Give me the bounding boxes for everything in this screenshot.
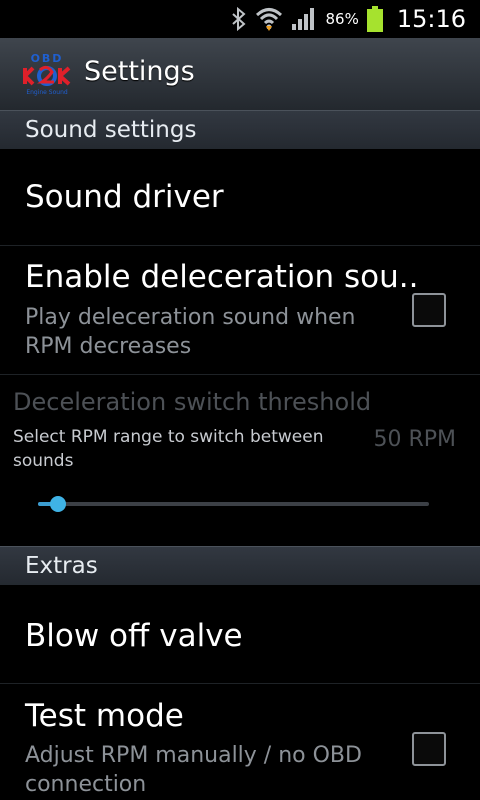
threshold-value: 50 RPM — [373, 427, 456, 452]
slider-thumb[interactable] — [49, 496, 66, 512]
clock: 15:16 — [396, 5, 466, 33]
wifi-icon — [255, 6, 283, 32]
category-label: Sound settings — [25, 117, 197, 143]
battery-icon — [366, 6, 383, 32]
pref-title: Sound driver — [25, 179, 224, 215]
pref-summary: Play deleceration sound when RPM decreas… — [25, 305, 356, 359]
category-sound-settings: Sound settings — [0, 110, 480, 149]
category-extras: Extras — [0, 546, 480, 585]
app-logo[interactable]: OBD Engine Sound — [20, 52, 74, 96]
svg-text:Engine Sound: Engine Sound — [26, 89, 68, 96]
pref-title: Deceleration switch threshold — [13, 388, 372, 416]
svg-text:OBD: OBD — [31, 52, 64, 65]
battery-percent: 86% — [325, 10, 359, 28]
pref-summary: Adjust RPM manually / no OBD connection — [25, 743, 362, 797]
pref-sound-driver[interactable]: Sound driver — [0, 149, 480, 246]
pref-test-mode[interactable]: Test mode Adjust RPM manually / no OBD c… — [0, 684, 480, 800]
pref-blow-off-valve[interactable]: Blow off valve — [0, 585, 480, 684]
signal-icon — [291, 7, 317, 31]
bluetooth-icon — [231, 7, 247, 31]
page-title: Settings — [84, 56, 195, 87]
action-bar: OBD Engine Sound Settings — [0, 38, 480, 111]
enable-deceleration-checkbox[interactable] — [412, 293, 446, 327]
pref-title: Enable deleceration sou.. — [25, 259, 419, 295]
status-icons: 86% 15:16 — [231, 0, 466, 38]
threshold-slider[interactable] — [38, 496, 429, 512]
category-label: Extras — [25, 553, 98, 579]
pref-deceleration-threshold[interactable]: Deceleration switch threshold Select RPM… — [0, 375, 480, 545]
status-bar: 86% 15:16 — [0, 0, 480, 38]
test-mode-checkbox[interactable] — [412, 732, 446, 766]
pref-enable-deceleration[interactable]: Enable deleceration sou.. Play delecerat… — [0, 246, 480, 375]
pref-title: Test mode — [25, 698, 184, 734]
pref-title: Blow off valve — [25, 618, 243, 654]
pref-summary: Select RPM range to switch between sound… — [13, 427, 324, 471]
